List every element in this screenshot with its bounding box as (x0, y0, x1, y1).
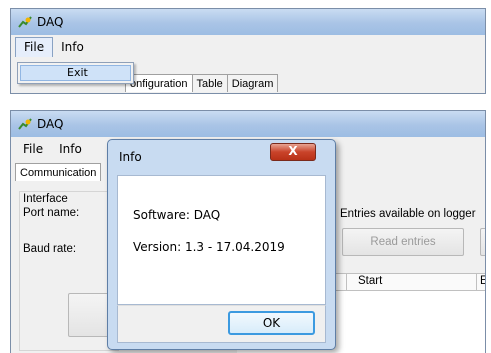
column-header-start[interactable]: Start (358, 275, 382, 287)
partial-button[interactable] (480, 228, 485, 256)
menu-file[interactable]: File (15, 37, 54, 57)
tab-strip: onfiguration Table Diagram (125, 74, 279, 92)
baud-rate-label: Baud rate: (23, 243, 77, 255)
tab-communication[interactable]: Communication (15, 163, 102, 181)
file-dropdown-menu: Exit (17, 62, 134, 84)
window-title: DAQ (37, 117, 64, 131)
menu-file[interactable]: File (15, 140, 51, 159)
version-text: Version: 1.3 - 17.04.2019 (133, 240, 285, 254)
tab-configuration[interactable]: onfiguration (125, 74, 193, 92)
window-title: DAQ (37, 15, 64, 29)
app-icon (18, 16, 32, 28)
entries-available-label: Entries available on logger (340, 208, 476, 220)
menu-bar: File Info (11, 35, 485, 57)
interface-group-label: Interface (23, 193, 68, 205)
column-separator (476, 273, 477, 291)
dialog-content: Software: DAQ Version: 1.3 - 17.04.2019 (117, 175, 326, 305)
menu-info[interactable]: Info (51, 140, 90, 159)
port-name-label: Port name: (23, 207, 80, 219)
title-bar: DAQ (11, 111, 485, 137)
software-text: Software: DAQ (133, 208, 221, 222)
menu-item-exit[interactable]: Exit (20, 65, 131, 81)
close-icon: X (288, 144, 298, 158)
tab-table[interactable]: Table (191, 74, 228, 92)
tab-diagram[interactable]: Diagram (226, 74, 279, 92)
column-separator (346, 273, 347, 291)
menu-info[interactable]: Info (53, 38, 92, 57)
read-entries-label: Read entries (370, 236, 436, 248)
column-header-end[interactable]: En (480, 275, 485, 287)
title-bar: DAQ (11, 9, 485, 35)
app-icon (18, 118, 32, 130)
dialog-footer: OK (117, 305, 326, 343)
read-entries-button[interactable]: Read entries (342, 228, 464, 256)
tab-strip: Communication (15, 163, 102, 181)
close-button[interactable]: X (270, 143, 316, 161)
info-dialog: Info X Software: DAQ Version: 1.3 - 17.0… (107, 139, 336, 350)
ok-button[interactable]: OK (228, 311, 315, 335)
dialog-title: Info (119, 150, 142, 164)
